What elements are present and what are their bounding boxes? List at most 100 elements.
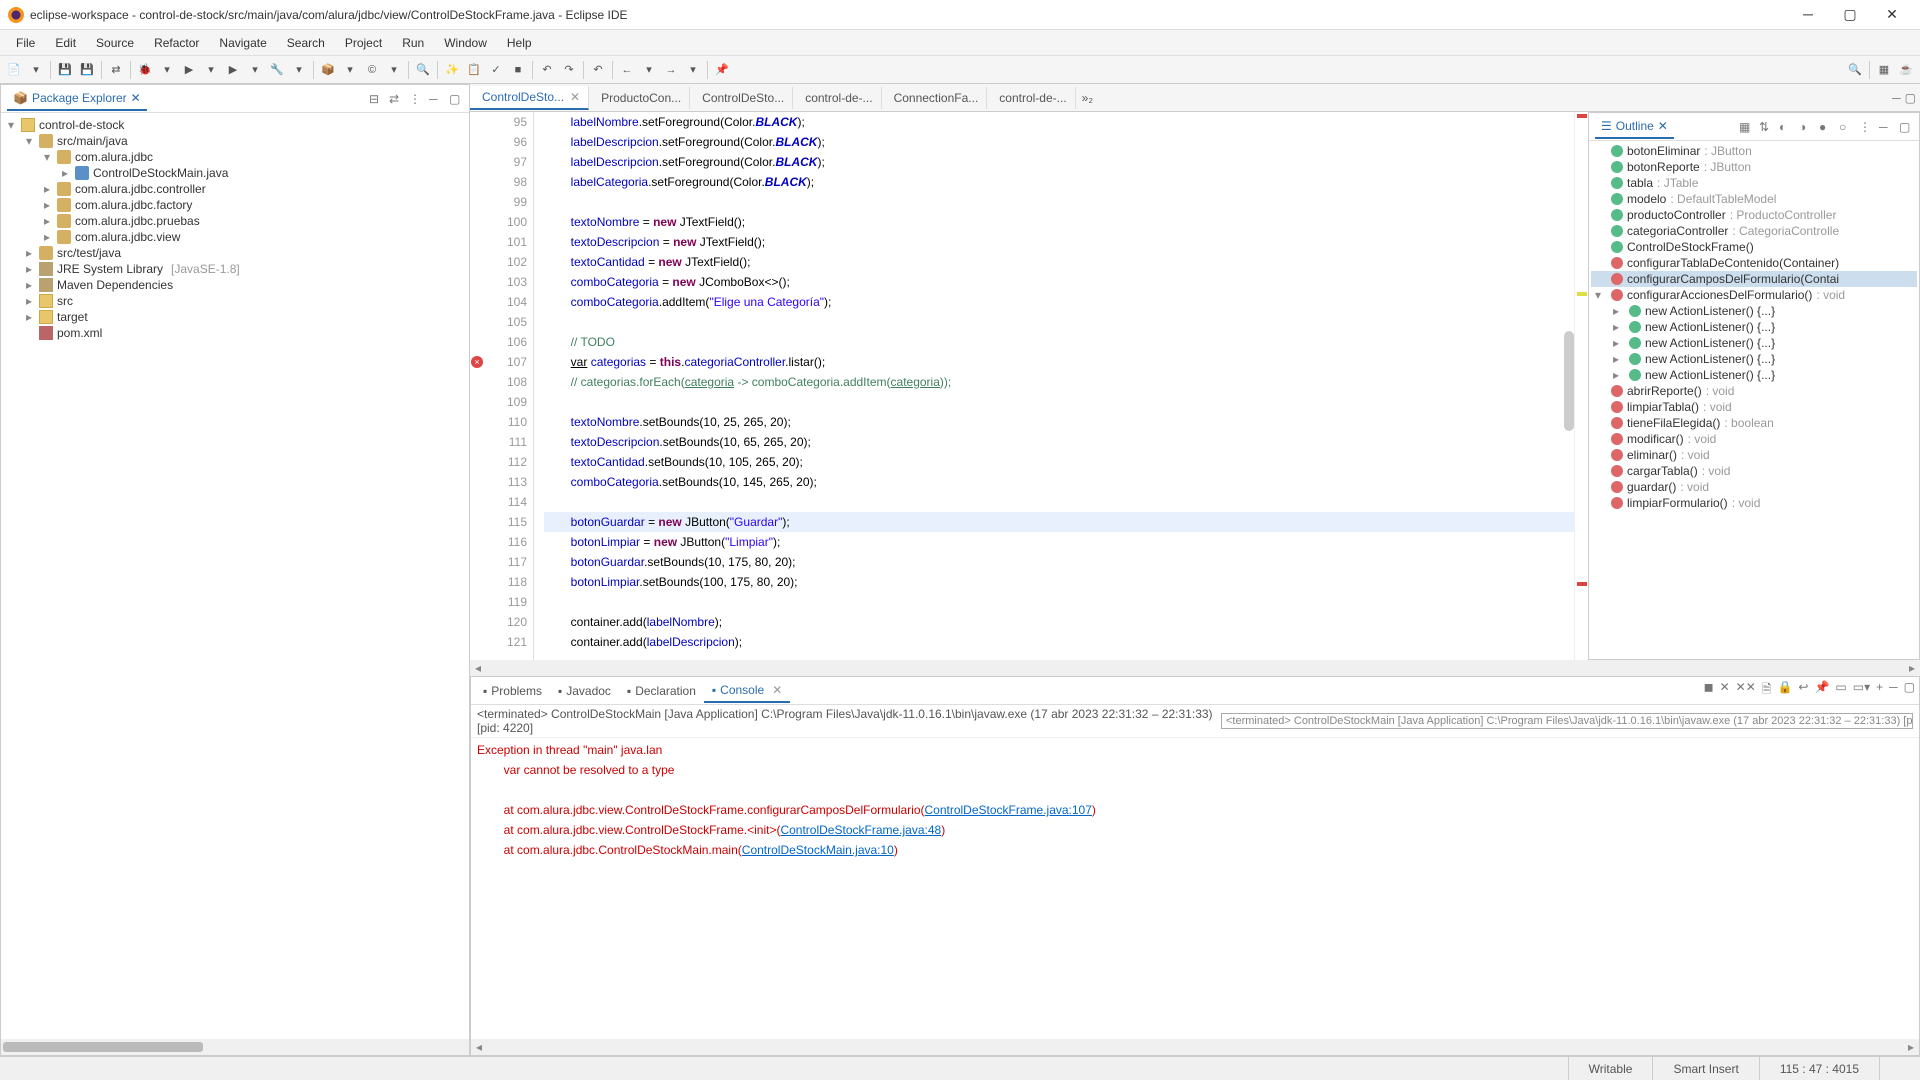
outline-list[interactable]: botonEliminar : JButtonbotonReporte : JB…: [1589, 141, 1919, 659]
stop-button[interactable]: ■: [508, 60, 528, 80]
dropdown-icon[interactable]: ▾: [639, 60, 659, 80]
expand-icon[interactable]: ▸: [1613, 320, 1625, 334]
word-wrap-icon[interactable]: ↩: [1798, 680, 1808, 701]
outline-item[interactable]: limpiarFormulario() : void: [1591, 495, 1917, 511]
editor-tab[interactable]: ConnectionFa...: [882, 87, 988, 109]
package-tree[interactable]: ▾control-de-stock▾src/main/java▾com.alur…: [1, 113, 469, 1039]
outline-item[interactable]: modificar() : void: [1591, 431, 1917, 447]
outline-item[interactable]: modelo : DefaultTableModel: [1591, 191, 1917, 207]
new-console-icon[interactable]: +: [1876, 680, 1883, 701]
expand-icon[interactable]: ▸: [23, 246, 35, 260]
outline-item[interactable]: tieneFilaElegida() : boolean: [1591, 415, 1917, 431]
dropdown-icon[interactable]: ▾: [340, 60, 360, 80]
scroll-left-icon[interactable]: ◂: [470, 661, 486, 675]
maximize-icon[interactable]: ▢: [1899, 120, 1913, 134]
tree-item[interactable]: ▸ControlDeStockMain.java: [5, 165, 465, 181]
code-line[interactable]: comboCategoria = new JComboBox<>();: [544, 272, 1574, 292]
error-marker[interactable]: [1577, 114, 1587, 118]
expand-icon[interactable]: ▸: [23, 262, 35, 276]
bottom-tab-declaration[interactable]: ▪Declaration: [619, 680, 704, 702]
back-button[interactable]: ←: [617, 60, 637, 80]
clear-console-icon[interactable]: 🗎: [1762, 680, 1772, 701]
code-line[interactable]: labelDescripcion.setForeground(Color.BLA…: [544, 132, 1574, 152]
vertical-scrollbar[interactable]: [1564, 331, 1574, 431]
hide-fields-icon[interactable]: ◐: [1779, 120, 1793, 134]
code-line[interactable]: botonGuardar = new JButton("Guardar");: [544, 512, 1574, 532]
code-line[interactable]: [544, 192, 1574, 212]
code-line[interactable]: comboCategoria.addItem("Elige una Catego…: [544, 292, 1574, 312]
pin-console-icon[interactable]: 📌: [1814, 680, 1829, 701]
outline-item[interactable]: configurarCamposDelFormulario(Contai: [1591, 271, 1917, 287]
view-menu-icon[interactable]: ⋮: [409, 92, 423, 106]
hide-local-icon[interactable]: ○: [1839, 120, 1853, 134]
menu-refactor[interactable]: Refactor: [144, 32, 209, 54]
remove-all-icon[interactable]: ✕✕: [1736, 680, 1756, 701]
package-explorer-tab[interactable]: 📦 Package Explorer ✕: [7, 87, 147, 111]
dropdown-icon[interactable]: ▾: [384, 60, 404, 80]
perspective-button[interactable]: ▦: [1874, 60, 1894, 80]
scroll-lock-icon[interactable]: 🔒: [1777, 680, 1792, 701]
expand-icon[interactable]: ▾: [5, 118, 17, 132]
maximize-icon[interactable]: ▢: [1905, 91, 1916, 105]
tree-item[interactable]: ▸target: [5, 309, 465, 325]
overview-ruler[interactable]: [1574, 112, 1588, 660]
code-line[interactable]: botonGuardar.setBounds(10, 175, 80, 20);: [544, 552, 1574, 572]
outline-item[interactable]: ▸new ActionListener() {...}: [1591, 351, 1917, 367]
menu-project[interactable]: Project: [335, 32, 392, 54]
code-area[interactable]: labelNombre.setForeground(Color.BLACK); …: [534, 112, 1574, 660]
code-line[interactable]: textoNombre = new JTextField();: [544, 212, 1574, 232]
editor-tab[interactable]: ControlDeSto...: [690, 87, 793, 109]
code-line[interactable]: // TODO: [544, 332, 1574, 352]
pin-button[interactable]: 📌: [712, 60, 732, 80]
link-editor-icon[interactable]: ⇄: [389, 92, 403, 106]
close-button[interactable]: ✕: [1880, 6, 1904, 23]
stack-trace-link[interactable]: ControlDeStockFrame.java:48: [780, 823, 941, 837]
outline-item[interactable]: categoriaController : CategoriaControlle: [1591, 223, 1917, 239]
menu-source[interactable]: Source: [86, 32, 144, 54]
code-line[interactable]: container.add(labelDescripcion);: [544, 632, 1574, 652]
editor-tab[interactable]: control-de-...: [987, 87, 1075, 109]
bottom-tab-problems[interactable]: ▪Problems: [475, 680, 550, 702]
close-icon[interactable]: ✕: [570, 90, 580, 104]
expand-icon[interactable]: ▾: [23, 134, 35, 148]
open-console-icon[interactable]: ▭▾: [1853, 680, 1870, 701]
hide-static-icon[interactable]: ◑: [1799, 120, 1813, 134]
run-button[interactable]: ▶: [179, 60, 199, 80]
bottom-tab-console[interactable]: ▪Console✕: [704, 679, 790, 703]
expand-icon[interactable]: ▸: [1613, 368, 1625, 382]
stack-trace-link[interactable]: ControlDeStockFrame.java:107: [925, 803, 1092, 817]
code-line[interactable]: textoNombre.setBounds(10, 25, 265, 20);: [544, 412, 1574, 432]
tree-item[interactable]: ▸com.alura.jdbc.factory: [5, 197, 465, 213]
coverage-button[interactable]: ▶: [223, 60, 243, 80]
dropdown-icon[interactable]: ▾: [157, 60, 177, 80]
menu-search[interactable]: Search: [277, 32, 335, 54]
outline-item[interactable]: productoController : ProductoController: [1591, 207, 1917, 223]
new-button[interactable]: 📄: [4, 60, 24, 80]
warning-marker[interactable]: [1577, 292, 1587, 296]
focus-icon[interactable]: ▦: [1739, 120, 1753, 134]
outline-item[interactable]: tabla : JTable: [1591, 175, 1917, 191]
console-body[interactable]: Exception in thread "main" java.lan var …: [471, 738, 1919, 1039]
prev-edit-button[interactable]: ↶: [588, 60, 608, 80]
code-line[interactable]: labelDescripcion.setForeground(Color.BLA…: [544, 152, 1574, 172]
code-line[interactable]: textoCantidad.setBounds(10, 105, 265, 20…: [544, 452, 1574, 472]
java-perspective-button[interactable]: ☕: [1896, 60, 1916, 80]
tree-item[interactable]: ▸com.alura.jdbc.pruebas: [5, 213, 465, 229]
code-line[interactable]: labelNombre.setForeground(Color.BLACK);: [544, 112, 1574, 132]
dropdown-icon[interactable]: ▾: [245, 60, 265, 80]
scroll-right-icon[interactable]: ▸: [1904, 661, 1920, 675]
code-editor[interactable]: × 95969798991001011021031041051061071081…: [470, 112, 1588, 660]
outline-tab[interactable]: ☰ Outline ✕: [1595, 115, 1674, 139]
editor-tab[interactable]: ProductoCon...: [589, 87, 690, 109]
expand-icon[interactable]: ▸: [23, 310, 35, 324]
save-button[interactable]: 💾: [55, 60, 75, 80]
dropdown-icon[interactable]: ▾: [289, 60, 309, 80]
quick-access-button[interactable]: 🔍: [1845, 60, 1865, 80]
code-line[interactable]: botonLimpiar = new JButton("Limpiar");: [544, 532, 1574, 552]
tree-item[interactable]: ▾com.alura.jdbc: [5, 149, 465, 165]
expand-icon[interactable]: ▸: [59, 166, 71, 180]
code-line[interactable]: [544, 492, 1574, 512]
expand-icon[interactable]: ▸: [1613, 336, 1625, 350]
minimize-icon[interactable]: ─: [429, 92, 443, 106]
maximize-icon[interactable]: ▢: [1904, 680, 1915, 701]
